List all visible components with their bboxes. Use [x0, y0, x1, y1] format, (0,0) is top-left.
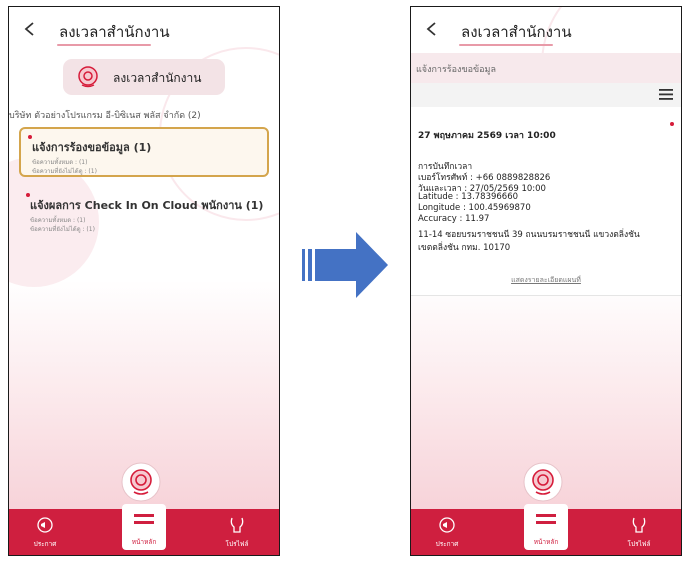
message-line: 11-14 ซอยบรมราชชนนี 39 ถนนบรมราชชนนี แขว…: [418, 230, 640, 240]
header: ลงเวลาสำนักงาน: [411, 7, 681, 53]
tab-profile-label: โปรไฟล์: [627, 540, 651, 548]
message-line: Latitude : 13.78396660: [418, 192, 519, 202]
megaphone-icon: [439, 517, 455, 533]
subheader: แจ้งการร้องขอข้อมูล: [411, 53, 681, 83]
megaphone-icon: [37, 517, 53, 533]
message-line: Accuracy : 11.97: [418, 214, 490, 224]
card-title: แจ้งผลการ Check In On Cloud พนักงาน (1): [30, 199, 264, 212]
title-underline: [57, 44, 151, 46]
menu-lines-icon: [536, 514, 556, 524]
phone-screen-detail: ลงเวลาสำนักงาน แจ้งการร้องขอข้อมูล 27 พฤ…: [410, 6, 682, 556]
location-fab-button[interactable]: [121, 462, 161, 502]
map-detail-link[interactable]: แสดงรายละเอียดแผนที่: [411, 275, 681, 286]
office-checkin-pill[interactable]: ลงเวลาสำนักงาน: [63, 59, 225, 95]
subheader-title: แจ้งการร้องขอข้อมูล: [416, 65, 497, 75]
tab-profile[interactable]: โปรไฟล์: [609, 509, 669, 555]
message-detail: 27 พฤษภาคม 2569 เวลา 10:00 การบันทึกเวลา…: [411, 107, 681, 296]
tab-news[interactable]: ประกาศ: [417, 509, 477, 555]
notification-card-request[interactable]: แจ้งการร้องขอข้อมูล (1) ข้อความทั้งหมด :…: [19, 127, 269, 177]
tab-home[interactable]: หน้าหลัก: [122, 504, 166, 550]
tab-home-label: หน้าหลัก: [533, 538, 559, 546]
location-fab-button[interactable]: [523, 462, 563, 502]
tab-home-label: หน้าหลัก: [131, 538, 157, 546]
header: ลงเวลาสำนักงาน: [9, 7, 279, 53]
hamburger-menu-icon[interactable]: [659, 89, 673, 100]
pill-label: ลงเวลาสำนักงาน: [113, 71, 202, 85]
card-unread: ข้อความที่ยังไม่ได้ดู : (1): [30, 226, 95, 233]
tab-news-label: ประกาศ: [33, 540, 57, 548]
tab-news-label: ประกาศ: [435, 540, 459, 548]
unread-dot: [670, 122, 674, 126]
card-title: แจ้งการร้องขอข้อมูล (1): [32, 141, 152, 154]
notification-card-checkin[interactable]: แจ้งผลการ Check In On Cloud พนักงาน (1) …: [19, 187, 269, 237]
location-pin-icon: [78, 66, 98, 88]
toolbar: [411, 83, 681, 107]
phone-screen-list: ลงเวลาสำนักงาน ลงเวลาสำนักงาน บริษัท ตัว…: [8, 6, 280, 556]
message-line: Longitude : 100.45969870: [418, 203, 531, 213]
menu-lines-icon: [134, 514, 154, 524]
tab-news[interactable]: ประกาศ: [15, 509, 75, 555]
chevron-left-icon[interactable]: [23, 21, 37, 37]
bottom-tab-bar: ประกาศ หน้าหลัก โปรไฟล์: [411, 504, 681, 555]
bottom-tab-bar: ประกาศ หน้าหลัก โปรไฟล์: [9, 504, 279, 555]
title-underline: [459, 44, 553, 46]
tab-home[interactable]: หน้าหลัก: [524, 504, 568, 550]
message-date: 27 พฤษภาคม 2569 เวลา 10:00: [418, 131, 556, 141]
card-unread: ข้อความที่ยังไม่ได้ดู : (1): [32, 168, 97, 175]
chevron-left-icon[interactable]: [425, 21, 439, 37]
page-title: ลงเวลาสำนักงาน: [59, 23, 170, 41]
tab-profile-label: โปรไฟล์: [225, 540, 249, 548]
profile-icon: [632, 517, 646, 533]
tab-profile[interactable]: โปรไฟล์: [207, 509, 267, 555]
message-line: เขตตลิ่งชัน กทม. 10170: [418, 243, 511, 253]
page-title: ลงเวลาสำนักงาน: [461, 23, 572, 41]
transition-arrow: [302, 232, 388, 298]
company-name: บริษัท ตัวอย่างโปรแกรม อี-บิซิเนส พลัส จ…: [9, 111, 201, 121]
profile-icon: [230, 517, 244, 533]
